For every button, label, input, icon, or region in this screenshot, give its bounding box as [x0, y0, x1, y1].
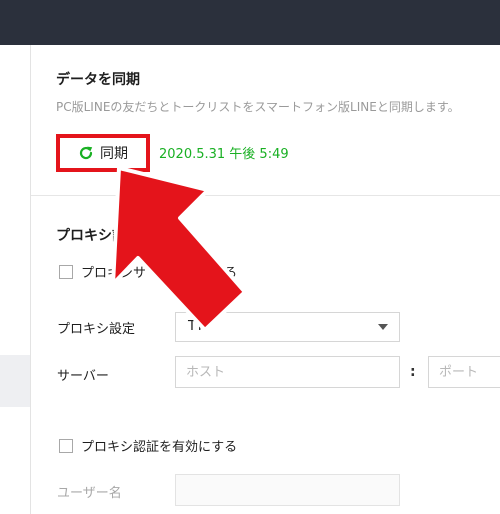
username-input[interactable]: [175, 474, 400, 506]
port-separator: :: [410, 364, 416, 380]
proxy-port-input[interactable]: [428, 356, 500, 388]
enable-proxy-server-option[interactable]: プロキシサ 効にする: [59, 262, 237, 281]
enable-proxy-auth-option[interactable]: プロキシ認証を有効にする: [59, 436, 237, 455]
sync-description: PC版LINEの友だちとトークリストをスマートフォン版LINEと同期します。: [56, 100, 460, 114]
sync-button-label: 同期: [100, 146, 128, 162]
server-label: サーバー: [57, 369, 109, 384]
window-title-bar: [0, 0, 500, 45]
sync-section-title: データを同期: [56, 72, 140, 88]
enable-proxy-server-label: プロキシサ 効にする: [81, 266, 238, 281]
enable-proxy-auth-checkbox[interactable]: [59, 438, 73, 453]
enable-proxy-server-checkbox[interactable]: [59, 264, 73, 279]
refresh-icon: [79, 146, 93, 160]
sync-button[interactable]: 同期: [56, 134, 150, 172]
proxy-type-value: TTP: [188, 319, 212, 334]
settings-sidebar: [0, 45, 31, 514]
proxy-host-input[interactable]: [175, 356, 400, 388]
proxy-section-title: プロキシ設: [56, 228, 126, 244]
sidebar-item-selected[interactable]: [0, 355, 30, 407]
chevron-down-icon: [378, 324, 388, 330]
proxy-setting-label: プロキシ設定: [57, 322, 136, 337]
username-label: ユーザー名: [57, 486, 122, 501]
last-sync-time: 2020.5.31 午後 5:49: [159, 147, 289, 162]
section-divider: [31, 195, 500, 196]
enable-proxy-auth-label: プロキシ認証を有効にする: [81, 440, 238, 455]
proxy-type-select[interactable]: TTP: [175, 312, 400, 342]
